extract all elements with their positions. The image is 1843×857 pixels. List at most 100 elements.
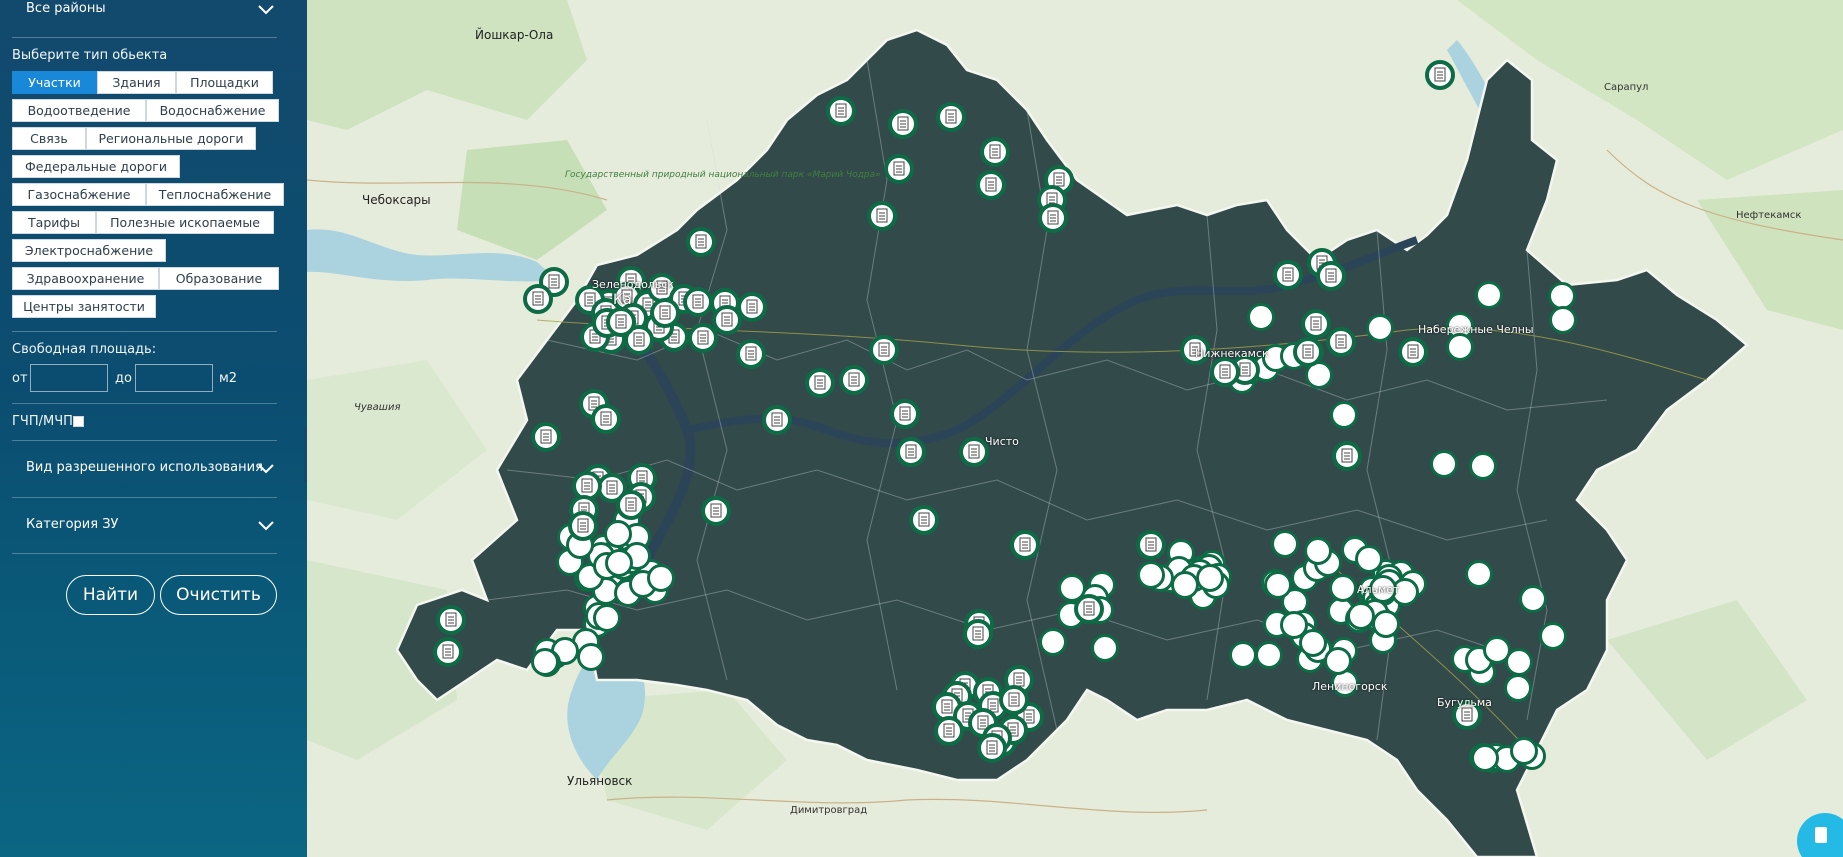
document-marker[interactable] [1074,594,1104,624]
chip-regional-roads[interactable]: Региональные дороги [86,127,256,150]
document-marker[interactable] [977,733,1007,763]
plain-marker[interactable] [604,520,632,548]
plain-marker[interactable] [1549,306,1577,334]
plain-marker[interactable] [1330,401,1358,429]
document-marker[interactable] [1273,260,1303,290]
document-marker[interactable] [867,201,897,231]
chip-sites[interactable]: Площадки [176,71,273,94]
plain-marker[interactable] [1304,537,1332,565]
document-marker[interactable] [869,335,899,365]
chip-plots[interactable]: Участки [12,71,97,94]
document-marker[interactable] [890,399,920,429]
document-marker[interactable] [805,368,835,398]
document-marker[interactable] [963,619,993,649]
document-marker[interactable] [683,287,713,317]
document-marker[interactable] [1425,60,1455,90]
document-marker[interactable] [1326,327,1356,357]
plain-marker[interactable] [1471,744,1499,772]
document-marker[interactable] [1316,261,1346,291]
document-marker[interactable] [712,305,742,335]
document-marker[interactable] [736,339,766,369]
chip-buildings[interactable]: Здания [97,71,176,94]
document-marker[interactable] [959,437,989,467]
plain-marker[interactable] [577,643,605,671]
plain-marker[interactable] [1505,648,1533,676]
map-view[interactable]: Йошкар-Ола Чебоксары Государственный при… [307,0,1843,857]
plain-marker[interactable] [1347,602,1375,630]
plain-marker[interactable] [1504,674,1532,702]
document-marker[interactable] [839,365,869,395]
chip-power-supply[interactable]: Электроснабжение [12,239,166,262]
document-marker[interactable] [1398,337,1428,367]
plain-marker[interactable] [1446,333,1474,361]
plain-marker[interactable] [1280,611,1308,639]
gchp-checkbox[interactable] [73,416,84,427]
document-marker[interactable] [572,471,602,501]
chip-federal-roads[interactable]: Федеральные дороги [12,155,180,178]
plain-marker[interactable] [1539,622,1567,650]
plain-marker[interactable] [1372,610,1400,638]
plain-marker[interactable] [1465,560,1493,588]
document-marker[interactable] [976,170,1006,200]
chip-education[interactable]: Образование [159,267,279,290]
document-marker[interactable] [888,109,918,139]
document-marker[interactable] [701,496,731,526]
document-marker[interactable] [523,284,553,314]
area-from-input[interactable] [30,364,108,392]
plain-marker[interactable] [1137,561,1165,589]
document-marker[interactable] [568,511,598,541]
document-marker[interactable] [1301,309,1331,339]
plain-marker[interactable] [1171,571,1199,599]
chip-water-disposal[interactable]: Водоотведение [12,99,146,122]
chip-communication[interactable]: Связь [12,127,86,150]
document-marker[interactable] [934,716,964,746]
document-marker[interactable] [1332,441,1362,471]
permitted-use-dropdown[interactable]: Вид разрешенного использования [12,452,277,486]
plain-marker[interactable] [1247,303,1275,331]
plain-marker[interactable] [605,549,633,577]
plain-marker[interactable] [1271,530,1299,558]
plain-marker[interactable] [1475,281,1503,309]
document-marker[interactable] [616,490,646,520]
document-marker[interactable] [936,102,966,132]
document-marker[interactable] [884,154,914,184]
document-marker[interactable] [436,605,466,635]
plain-marker[interactable] [1548,282,1576,310]
document-marker[interactable] [591,404,621,434]
plain-marker[interactable] [1091,634,1119,662]
document-marker[interactable] [1010,530,1040,560]
plain-marker[interactable] [1324,647,1352,675]
plain-marker[interactable] [1264,571,1292,599]
document-marker[interactable] [1136,530,1166,560]
plain-marker[interactable] [593,604,621,632]
document-marker[interactable] [737,292,767,322]
document-marker[interactable] [1293,337,1323,367]
plain-marker[interactable] [1430,450,1458,478]
plain-marker[interactable] [647,564,675,592]
document-marker[interactable] [1210,357,1240,387]
document-marker[interactable] [606,307,636,337]
land-category-dropdown[interactable]: Категория ЗУ [12,509,277,543]
document-marker[interactable] [909,505,939,535]
plain-marker[interactable] [1196,564,1224,592]
document-marker[interactable] [826,96,856,126]
district-dropdown[interactable]: Все районы [12,0,277,27]
plain-marker[interactable] [1469,452,1497,480]
document-marker[interactable] [433,637,463,667]
document-marker[interactable] [1038,203,1068,233]
plain-marker[interactable] [1329,574,1357,602]
document-marker[interactable] [762,405,792,435]
plain-marker[interactable] [1255,641,1283,669]
plain-marker[interactable] [531,648,559,676]
document-marker[interactable] [688,323,718,353]
plain-marker[interactable] [1366,314,1394,342]
chip-heat-supply[interactable]: Теплоснабжение [146,183,284,206]
document-marker[interactable] [650,298,680,328]
chip-minerals[interactable]: Полезные ископаемые [96,211,274,234]
clear-button[interactable]: Очистить [160,575,277,615]
document-marker[interactable] [999,685,1029,715]
document-marker[interactable] [686,227,716,257]
plain-marker[interactable] [1355,545,1383,573]
find-button[interactable]: Найти [66,575,155,615]
plain-marker[interactable] [1229,641,1257,669]
